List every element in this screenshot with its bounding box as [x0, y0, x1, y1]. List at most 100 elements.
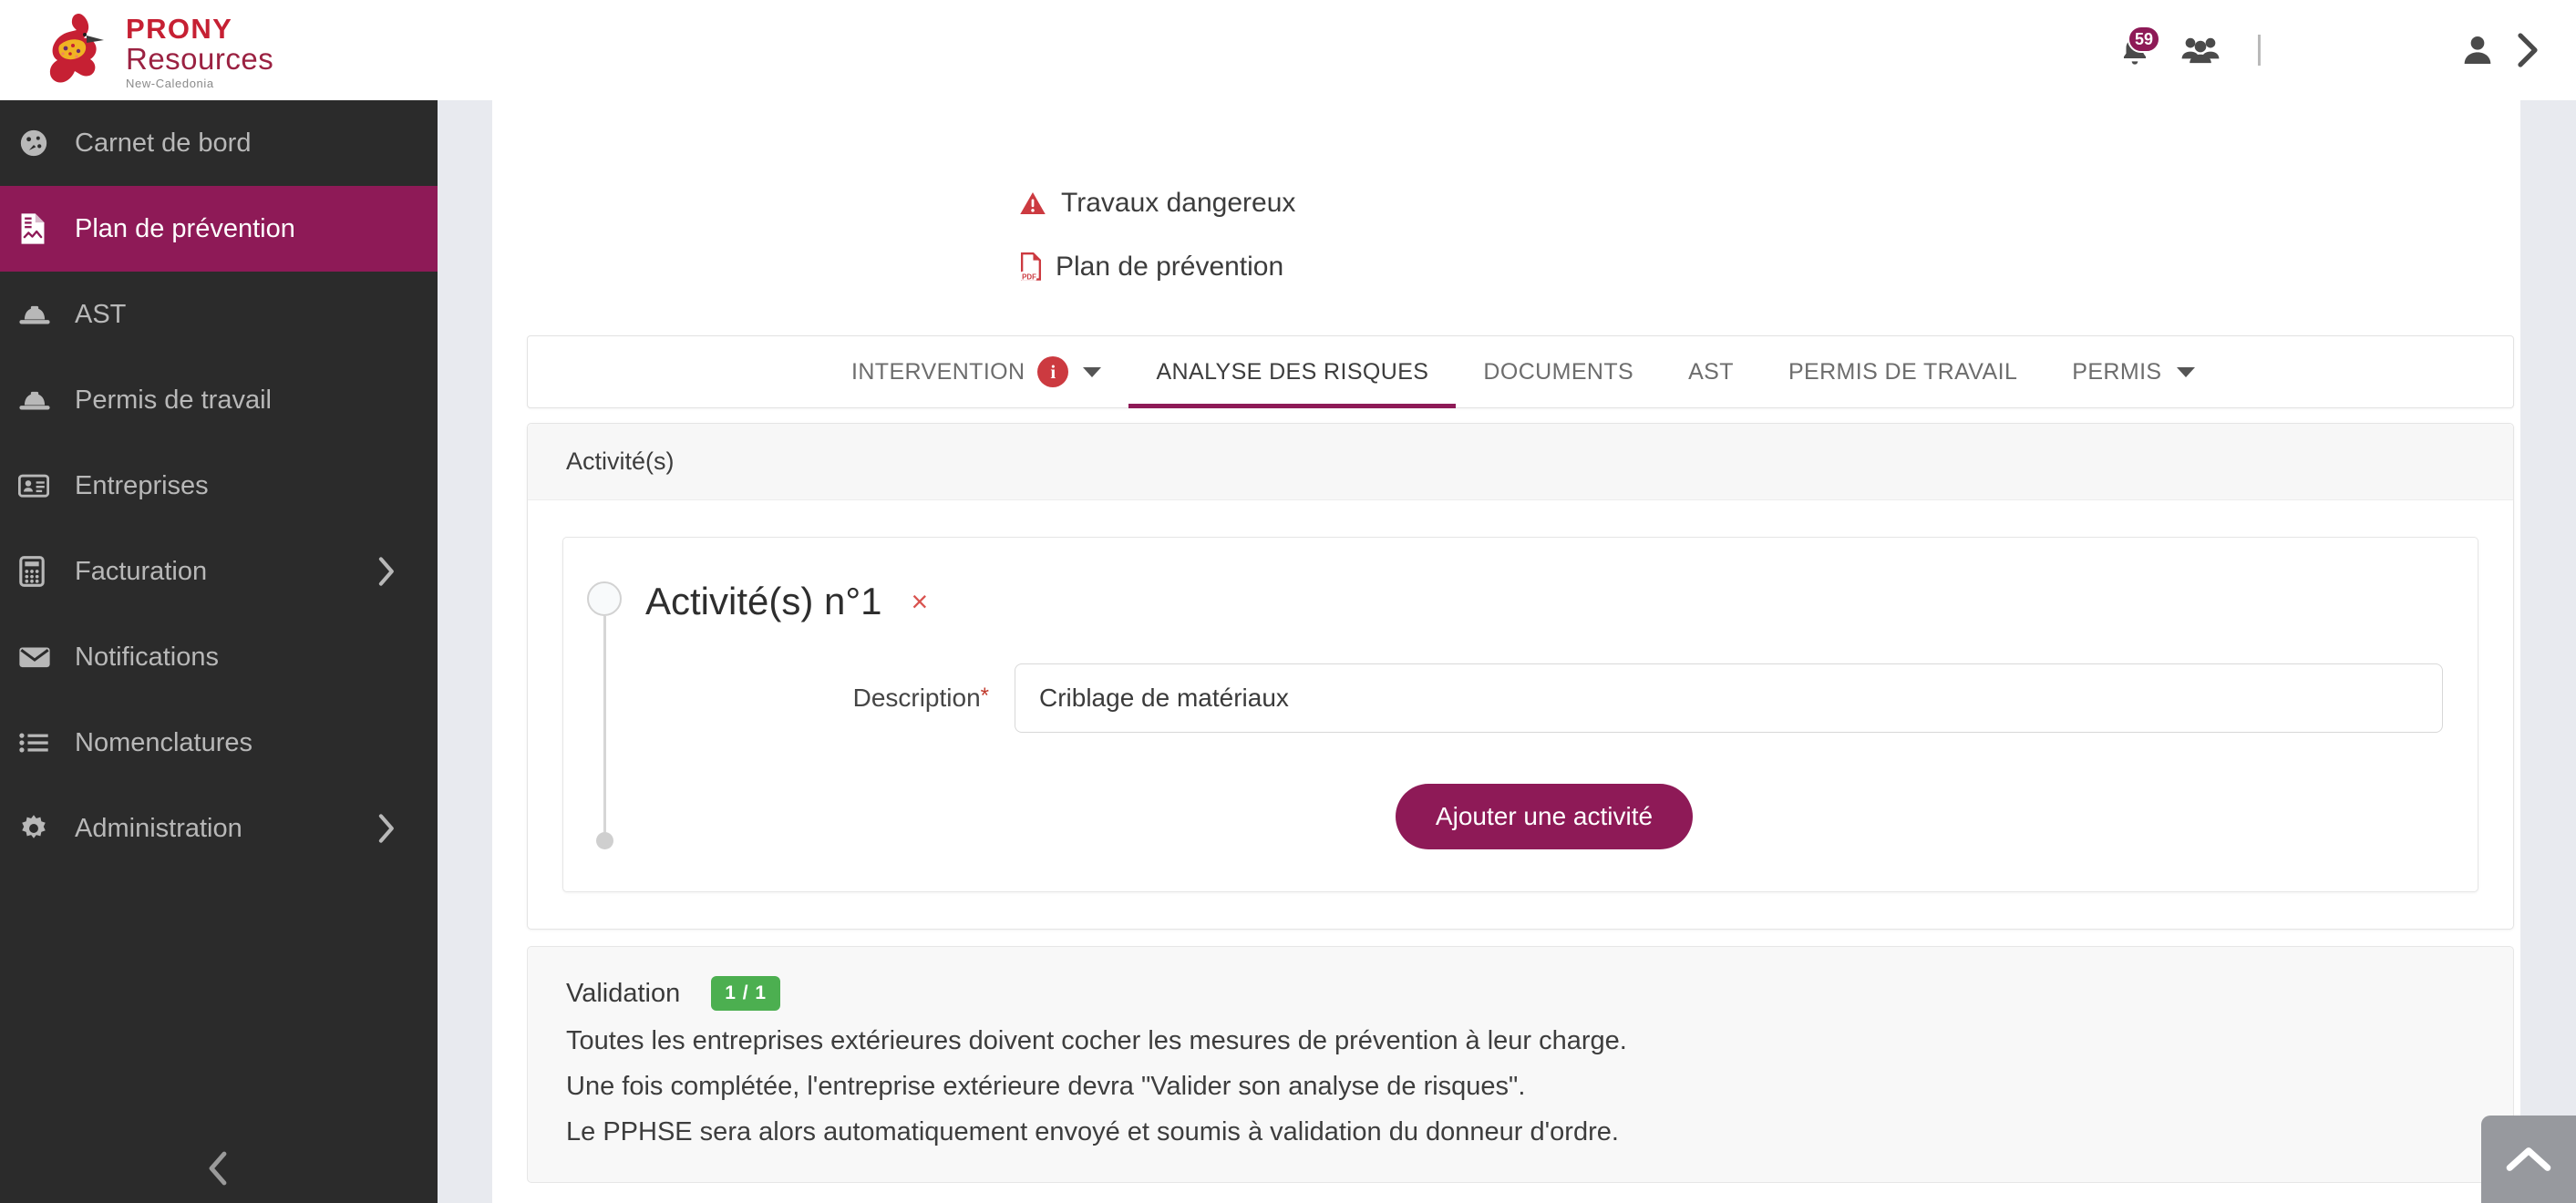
sidebar-item-label: Notifications [75, 642, 219, 672]
description-label-text: Description [852, 684, 981, 712]
breadcrumb: Travaux dangereux [1019, 100, 2520, 219]
notifications-button[interactable]: 59 [2108, 24, 2161, 77]
tab-label: AST [1688, 358, 1734, 385]
danger-works-label: Travaux dangereux [1019, 188, 1295, 219]
tab-intervention[interactable]: INTERVENTION i [824, 336, 1128, 407]
chevron-down-icon [2176, 366, 2195, 377]
tab-bar: INTERVENTION i ANALYSE DES RISQUES DOCUM… [527, 335, 2514, 408]
tab-info-badge: i [1037, 356, 1069, 387]
brand-tagline: New-Caledonia [126, 77, 214, 90]
envelope-icon [18, 644, 69, 670]
validation-header: Validation 1 / 1 [566, 976, 2475, 1011]
activities-panel: Activité(s) Activité(s) n°1 × Descriptio… [527, 423, 2514, 930]
users-group-icon [2181, 37, 2220, 64]
tab-permis[interactable]: PERMIS [2045, 336, 2221, 407]
tab-label: INTERVENTION [851, 358, 1025, 385]
sidebar-content-gap [438, 100, 492, 1203]
sidebar-item-label: Entreprises [75, 470, 209, 500]
danger-works-text: Travaux dangereux [1061, 188, 1296, 218]
required-marker: * [980, 684, 989, 708]
sidebar-item-label: Carnet de bord [75, 128, 252, 158]
hard-hat-icon [18, 302, 69, 327]
warning-triangle-icon [1020, 192, 1046, 214]
timeline-line [603, 616, 606, 832]
user-menu-chevron [2516, 32, 2540, 68]
description-label: Description* [837, 684, 1015, 713]
validation-title: Validation [566, 978, 681, 1008]
timeline-start-circle-icon [587, 581, 622, 616]
chevron-down-icon [1083, 366, 1102, 377]
sidebar-item-facturation[interactable]: Facturation [0, 529, 438, 614]
tab-analyse-des-risques[interactable]: ANALYSE DES RISQUES [1128, 336, 1457, 408]
sidebar-item-label: Facturation [75, 556, 208, 586]
validation-line: Une fois complétée, l'entreprise extérie… [566, 1072, 1526, 1101]
app-header: PRONY Resources New-Caledonia 59 [0, 0, 2576, 100]
sidebar-item-ast[interactable]: AST [0, 272, 438, 357]
activity-title: Activité(s) n°1 [645, 580, 882, 622]
description-input[interactable] [1015, 663, 2443, 733]
sidebar-item-label: Permis de travail [75, 385, 272, 415]
activity-card: Activité(s) n°1 × Description* Ajouter u… [562, 537, 2478, 892]
chevron-right-icon [378, 557, 394, 586]
scroll-to-top-button[interactable] [2481, 1116, 2576, 1203]
tab-permis-de-travail[interactable]: PERMIS DE TRAVAIL [1761, 336, 2045, 407]
sidebar-item-notifications[interactable]: Notifications [0, 614, 438, 700]
svg-text:PDF: PDF [1022, 273, 1036, 282]
brand-logo[interactable]: PRONY Resources New-Caledonia [42, 5, 273, 96]
sidebar-item-entreprises[interactable]: Entreprises [0, 443, 438, 529]
id-card-icon [18, 473, 69, 499]
sidebar-item-label: Nomenclatures [75, 727, 253, 757]
validation-status-badge: 1 / 1 [711, 976, 781, 1011]
add-activity-button[interactable]: Ajouter une activité [1395, 784, 1694, 849]
remove-activity-button[interactable]: × [912, 587, 929, 616]
header-actions: 59 [2108, 0, 2540, 100]
activity-timeline [563, 572, 645, 849]
users-group-button[interactable] [2174, 24, 2227, 77]
cagou-bird-logo-icon [49, 13, 104, 83]
timeline-end-dot-icon [595, 832, 613, 849]
tab-documents[interactable]: DOCUMENTS [1456, 336, 1661, 407]
tab-label: PERMIS [2072, 358, 2162, 385]
activities-panel-title: Activité(s) [528, 424, 2513, 500]
brand-name-secondary: Resources [126, 42, 274, 76]
sidebar-submenu-chevron[interactable] [376, 556, 396, 587]
user-avatar-icon [2464, 36, 2491, 64]
sidebar-collapse-button[interactable] [0, 1150, 438, 1187]
tab-label: ANALYSE DES RISQUES [1156, 358, 1429, 385]
calculator-icon [18, 556, 69, 587]
pdf-file-icon: PDF [1020, 252, 1042, 282]
header-divider [2258, 35, 2261, 66]
tab-label: DOCUMENTS [1483, 358, 1634, 385]
main-sidebar: Carnet de bord Plan de prévention AST Pe… [0, 100, 438, 1203]
list-icon [18, 730, 69, 756]
sidebar-item-permis-de-travail[interactable]: Permis de travail [0, 357, 438, 443]
notifications-badge: 59 [2127, 26, 2160, 53]
description-field-row: Description* [645, 663, 2443, 733]
pdf-document-link[interactable]: PDF Plan de prévention [1019, 252, 1283, 283]
chevron-up-icon [2506, 1147, 2551, 1171]
content-right-gutter [2520, 100, 2576, 1203]
chevron-left-icon [209, 1151, 227, 1186]
sidebar-item-label: AST [75, 299, 127, 329]
validation-panel: Validation 1 / 1 Toutes les entreprises … [527, 946, 2514, 1183]
tab-label: PERMIS DE TRAVAIL [1788, 358, 2018, 385]
document-link-row[interactable]: PDF Plan de prévention [1019, 219, 2520, 283]
sidebar-item-administration[interactable]: Administration [0, 786, 438, 871]
sidebar-item-carnet-de-bord[interactable]: Carnet de bord [0, 100, 438, 186]
sidebar-item-plan-de-prevention[interactable]: Plan de prévention [0, 186, 438, 272]
sidebar-submenu-chevron[interactable] [376, 813, 396, 844]
hard-hat-icon [18, 387, 69, 413]
sidebar-item-label: Administration [75, 813, 242, 843]
chevron-right-icon [2518, 33, 2538, 67]
gear-icon [18, 813, 69, 844]
activity-header: Activité(s) n°1 × [645, 580, 2443, 623]
tab-ast[interactable]: AST [1661, 336, 1761, 407]
user-menu-button[interactable] [2459, 32, 2540, 68]
validation-line: Toutes les entreprises extérieures doive… [566, 1026, 1627, 1055]
pdf-document-text: Plan de prévention [1056, 252, 1284, 282]
activity-card-body: Activité(s) n°1 × Description* Ajouter u… [645, 572, 2478, 849]
validation-line: Le PPHSE sera alors automatiquement envo… [566, 1117, 1619, 1146]
chevron-right-icon [378, 814, 394, 843]
sidebar-item-nomenclatures[interactable]: Nomenclatures [0, 700, 438, 786]
brand-name-primary: PRONY [126, 13, 233, 45]
